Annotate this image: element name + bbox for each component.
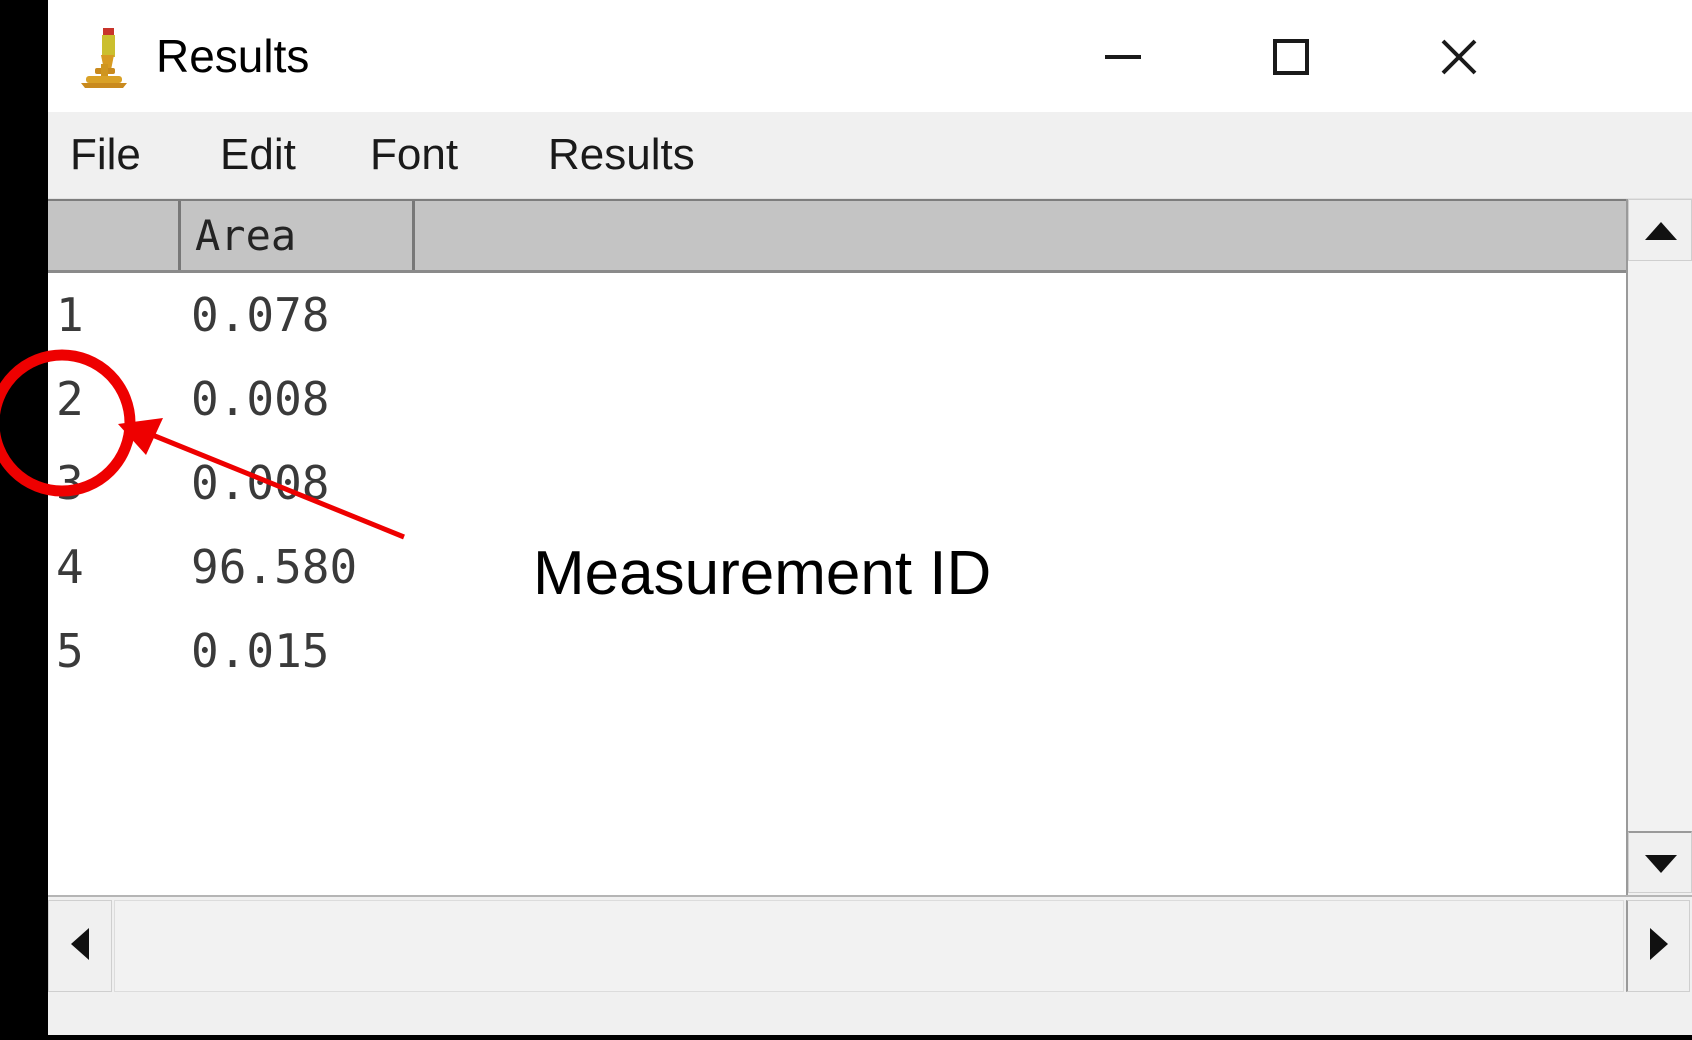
table-row[interactable]: 1 0.078 [48, 273, 1626, 357]
triangle-right-icon [1648, 927, 1670, 966]
microscope-icon [73, 24, 135, 88]
minimize-button[interactable] [1062, 10, 1184, 104]
scroll-left-button[interactable] [48, 900, 112, 992]
results-table-body[interactable]: 1 0.078 2 0.008 3 0.008 4 96.580 5 0.015 [48, 273, 1626, 895]
scroll-up-button[interactable] [1628, 199, 1692, 261]
window-title: Results [156, 30, 310, 82]
cell-area: 0.078 [191, 288, 330, 342]
cell-index: 5 [56, 624, 84, 678]
triangle-down-icon [1629, 833, 1692, 895]
results-window: Results File Edit Font Results Area 1 0.… [48, 0, 1692, 1035]
menu-bar: File Edit Font Results [48, 112, 1692, 199]
cell-area: 0.008 [191, 372, 330, 426]
menu-item-edit[interactable]: Edit [220, 112, 296, 198]
menu-item-font[interactable]: Font [370, 112, 458, 198]
cell-index: 2 [56, 372, 84, 426]
vertical-scroll-track[interactable] [1628, 261, 1692, 831]
column-header-blank[interactable] [415, 201, 1626, 270]
vertical-scrollbar[interactable] [1626, 199, 1692, 895]
table-row[interactable]: 4 96.580 [48, 525, 1626, 609]
cell-area: 0.008 [191, 456, 330, 510]
scroll-down-button[interactable] [1628, 831, 1692, 893]
title-bar: Results [48, 0, 1692, 112]
triangle-up-icon [1629, 200, 1692, 262]
column-header-area-label: Area [195, 211, 297, 260]
cell-index: 4 [56, 540, 84, 594]
horizontal-scrollbar[interactable] [48, 895, 1692, 1035]
table-row[interactable]: 3 0.008 [48, 441, 1626, 525]
horizontal-scroll-track[interactable] [114, 900, 1624, 992]
cell-area: 96.580 [191, 540, 358, 594]
cell-area: 0.015 [191, 624, 330, 678]
cell-index: 3 [56, 456, 84, 510]
table-row[interactable]: 5 0.015 [48, 609, 1626, 693]
scroll-right-button[interactable] [1626, 900, 1690, 992]
close-button[interactable] [1398, 10, 1520, 104]
cell-index: 1 [56, 288, 84, 342]
table-header-row: Area [48, 199, 1626, 273]
column-header-index[interactable] [48, 201, 178, 270]
triangle-left-icon [69, 927, 91, 966]
column-header-area[interactable]: Area [178, 201, 415, 270]
menu-item-results[interactable]: Results [548, 112, 695, 198]
table-row[interactable]: 2 0.008 [48, 357, 1626, 441]
menu-item-file[interactable]: File [70, 112, 141, 198]
maximize-button[interactable] [1230, 10, 1352, 104]
